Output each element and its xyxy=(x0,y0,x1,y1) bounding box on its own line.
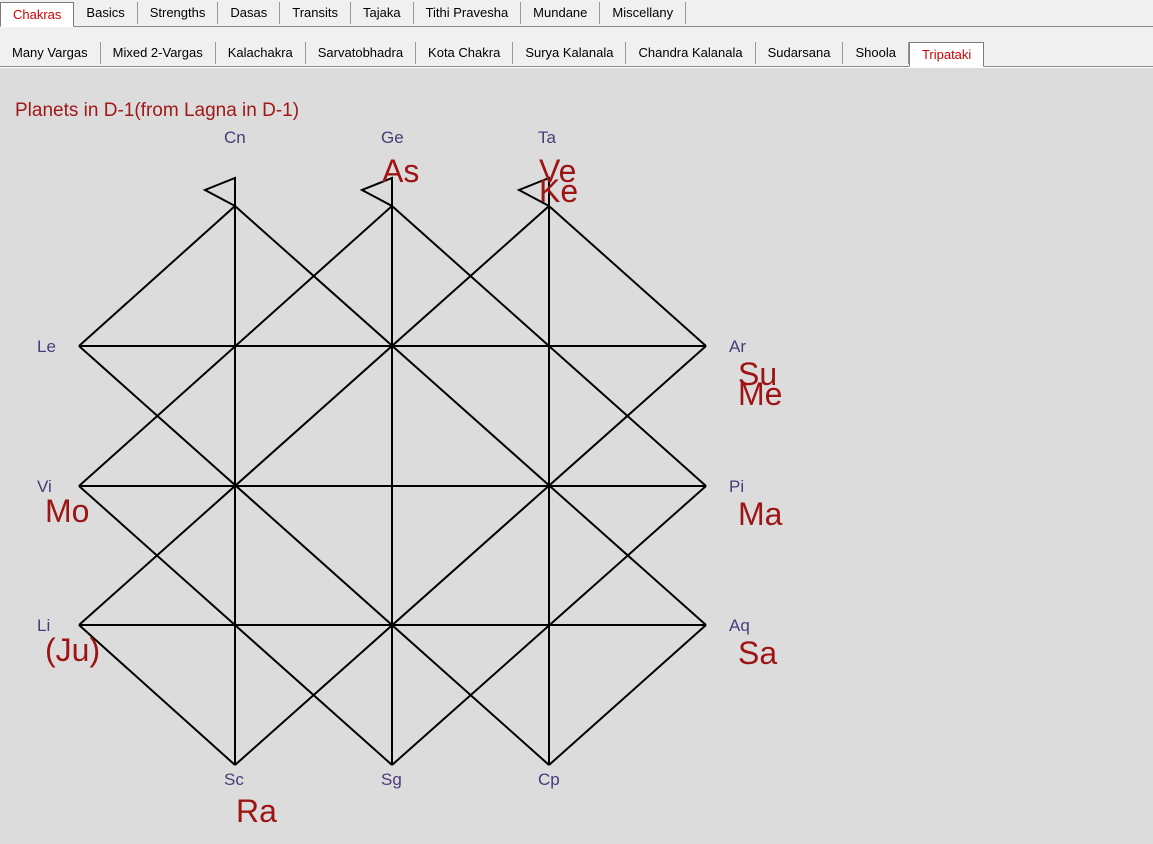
sign-label-cn: Cn xyxy=(224,128,246,147)
planet-me: Me xyxy=(738,376,782,412)
grid-diagonal-line xyxy=(234,205,707,626)
grid-diagonal-line xyxy=(548,205,707,347)
chart-flags xyxy=(202,176,550,208)
grid-diagonal-line xyxy=(78,205,236,347)
sign-label-ge: Ge xyxy=(381,128,404,147)
planet-ju: (Ju) xyxy=(45,632,100,668)
grid-diagonal-line xyxy=(548,624,707,766)
sign-label-ta: Ta xyxy=(538,128,557,147)
planet-labels: As VeKeSuMeMo Ma(Ju) SaRa xyxy=(45,153,783,829)
sign-label-sg: Sg xyxy=(381,770,402,789)
planet-mo: Mo xyxy=(45,493,89,529)
planet-ra: Ra xyxy=(236,793,277,829)
planet-as: As xyxy=(382,153,419,189)
grid-diagonal-line xyxy=(78,345,550,766)
grid-diagonal-line xyxy=(78,205,550,626)
flag-icon xyxy=(202,176,236,208)
sign-label-cp: Cp xyxy=(538,770,560,789)
sign-label-le: Le xyxy=(37,337,56,356)
grid-diagonal-line xyxy=(234,345,707,766)
tripataki-chart: Planets in D-1(from Lagna in D-1) Cn Ge Ta… xyxy=(15,100,783,829)
chart-title: Planets in D-1(from Lagna in D-1) xyxy=(15,100,299,121)
sign-label-pi: Pi xyxy=(729,477,744,496)
sign-label-ar: Ar xyxy=(729,337,746,356)
planet-ke: Ke xyxy=(539,173,578,209)
sign-labels: Cn Ge TaLeViLiArPiAqSc Sg Cp xyxy=(37,128,750,789)
sign-label-sc: Sc xyxy=(224,770,244,789)
planet-sa: Sa xyxy=(738,635,777,671)
sign-label-aq: Aq xyxy=(729,616,750,635)
grid-diagonal-line xyxy=(78,624,236,766)
chart-grid xyxy=(78,205,707,766)
planet-ma: Ma xyxy=(738,496,783,532)
